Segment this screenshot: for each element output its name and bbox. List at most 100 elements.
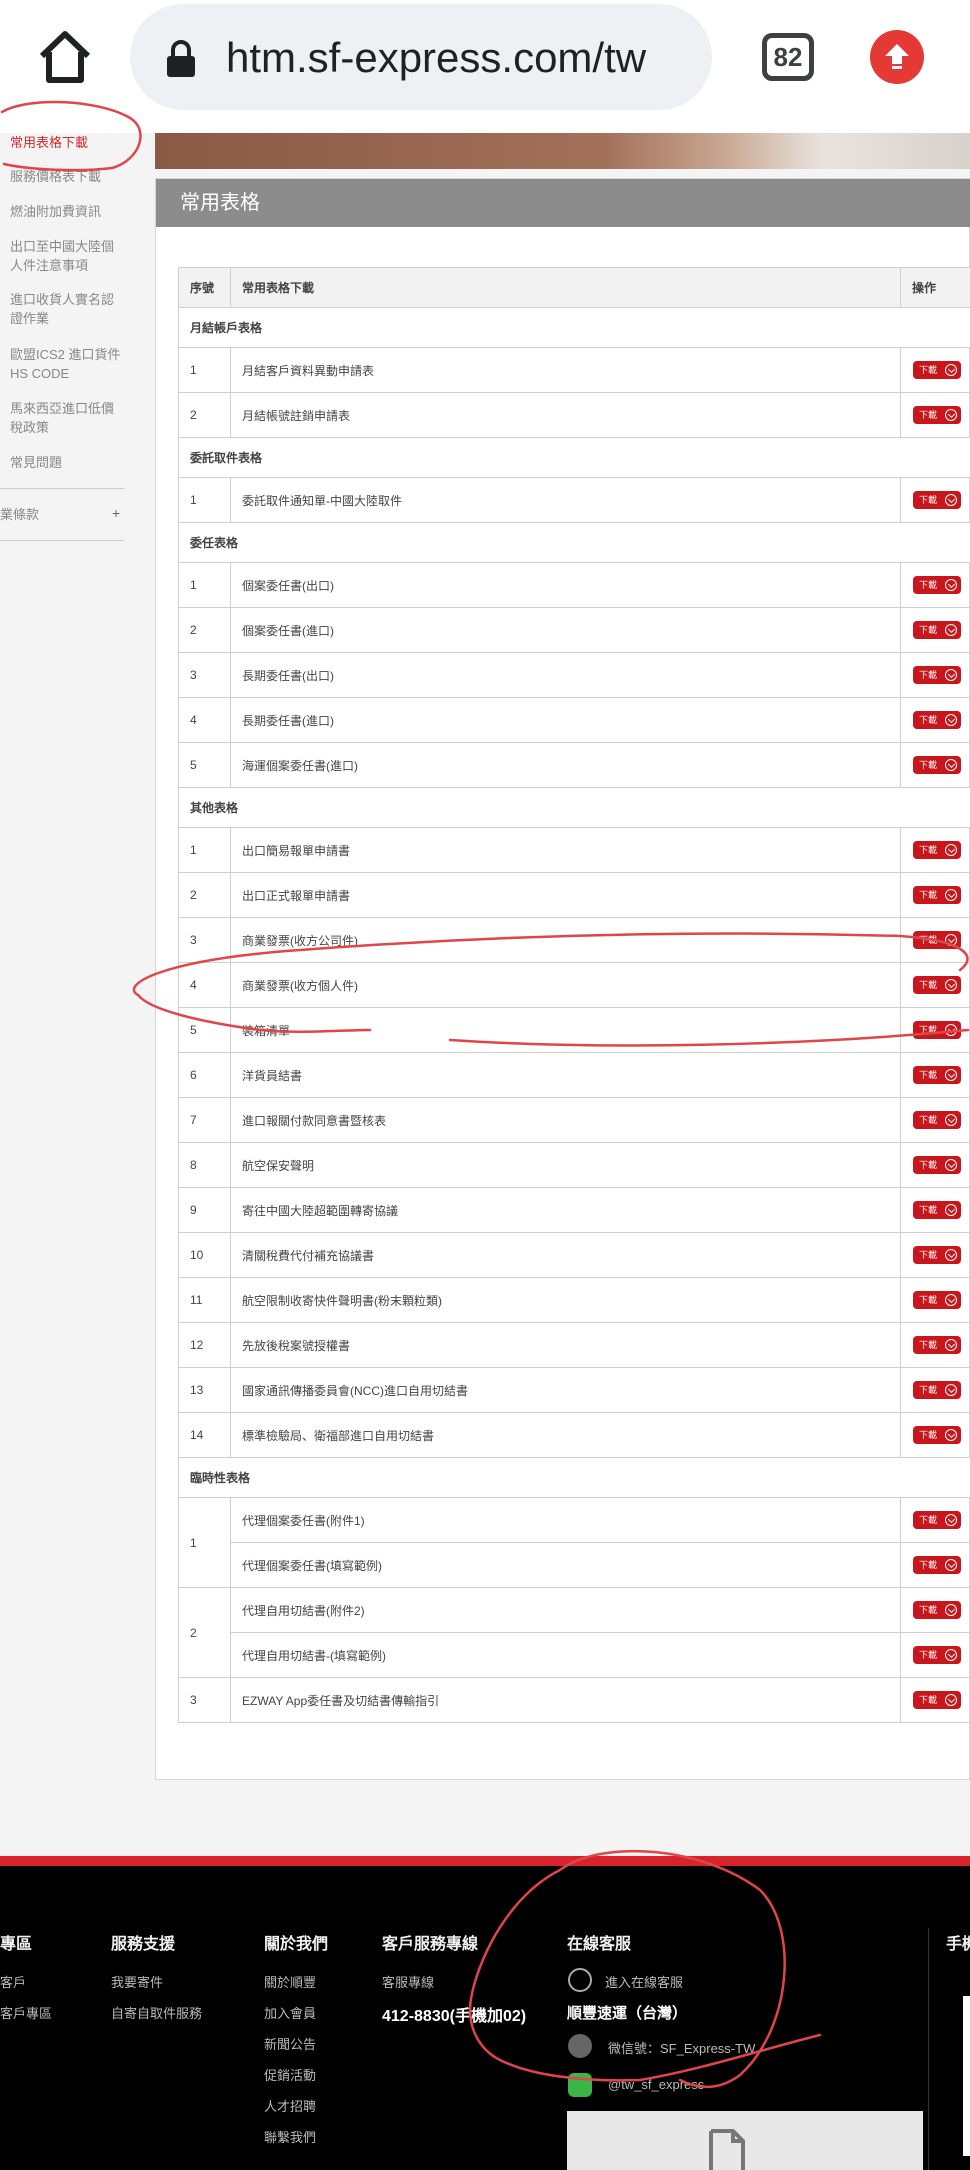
section-title: 委任表格 <box>178 522 970 563</box>
download-cell: 下載 <box>900 1677 970 1723</box>
footer-link[interactable]: 加入會員 <box>264 2003 316 2022</box>
download-button[interactable]: 下載 <box>913 711 961 729</box>
table-row: 5 裝箱清單 下載 <box>178 1007 970 1053</box>
sidebar-item-forms-download[interactable]: 常用表格下載 <box>10 133 122 152</box>
download-button[interactable]: 下載 <box>913 886 961 904</box>
footer-link[interactable]: 人才招聘 <box>264 2096 316 2115</box>
form-name: 代理個案委任書(填寫範例) <box>230 1542 901 1588</box>
download-cell: 下載 <box>900 1632 970 1678</box>
form-name: 代理個案委任書(附件1) <box>230 1497 901 1543</box>
download-button[interactable]: 下載 <box>913 621 961 639</box>
download-button[interactable]: 下載 <box>913 1156 961 1174</box>
footer-heading-mobile: 手機 <box>946 1936 970 1953</box>
download-button[interactable]: 下載 <box>913 1381 961 1399</box>
footer-link[interactable]: 客戶專區 <box>0 2003 52 2022</box>
expand-icon[interactable]: + <box>112 505 120 521</box>
download-button[interactable]: 下載 <box>913 976 961 994</box>
download-button[interactable]: 下載 <box>913 491 961 509</box>
table-row: 1 個案委任書(出口) 下載 <box>178 562 970 608</box>
home-icon[interactable] <box>36 28 94 86</box>
address-bar[interactable]: htm.sf-express.com/tw <box>130 4 712 110</box>
url-text[interactable]: htm.sf-express.com/tw <box>226 34 696 82</box>
download-button[interactable]: 下載 <box>913 1511 961 1529</box>
download-button[interactable]: 下載 <box>913 1021 961 1039</box>
sidebar-item-export-china[interactable]: 出口至中國大陸個人件注意事項 <box>10 237 122 275</box>
download-cell: 下載 <box>900 1412 970 1458</box>
footer-link[interactable]: 客戶 <box>0 1972 26 1991</box>
download-label: 下載 <box>919 1025 938 1035</box>
download-cell: 下載 <box>900 1587 970 1633</box>
download-label: 下載 <box>919 1515 938 1525</box>
footer-link[interactable]: 自寄自取件服務 <box>111 2003 202 2022</box>
download-button[interactable]: 下載 <box>913 931 961 949</box>
download-cell: 下載 <box>900 1187 970 1233</box>
download-cell: 下載 <box>900 1322 970 1368</box>
sidebar-item-ics2[interactable]: 歐盟ICS2 進口貨件HS CODE <box>10 345 122 383</box>
chevron-down-icon <box>945 409 957 421</box>
download-cell: 下載 <box>900 917 970 963</box>
sidebar-item-faq[interactable]: 常見問題 <box>10 453 122 472</box>
download-button[interactable]: 下載 <box>913 1111 961 1129</box>
download-button[interactable]: 下載 <box>913 1336 961 1354</box>
table-row: 1 月結客戶資料異動申請表 下載 <box>178 347 970 393</box>
footer-link[interactable]: 我要寄件 <box>111 1972 163 1991</box>
download-button[interactable]: 下載 <box>913 1246 961 1264</box>
download-label: 下載 <box>919 1160 938 1170</box>
tab-switcher-button[interactable]: 82 <box>762 33 814 81</box>
line-icon <box>568 2073 592 2097</box>
upload-icon[interactable] <box>870 30 924 84</box>
download-button[interactable]: 下載 <box>913 666 961 684</box>
section-title: 其他表格 <box>178 787 970 828</box>
download-button[interactable]: 下載 <box>913 1646 961 1664</box>
chevron-down-icon <box>945 1159 957 1171</box>
sidebar-item-terms[interactable]: 業條款 <box>0 505 112 524</box>
row-number: 2 <box>178 392 231 438</box>
download-button[interactable]: 下載 <box>913 1066 961 1084</box>
download-button[interactable]: 下載 <box>913 1691 961 1709</box>
sidebar-item-fuel-surcharge[interactable]: 燃油附加費資訊 <box>10 202 122 221</box>
form-name: EZWAY App委任書及切結書傳輸指引 <box>230 1677 901 1723</box>
footer-link[interactable]: 聯繫我們 <box>264 2127 316 2146</box>
chevron-down-icon <box>945 1024 957 1036</box>
sidebar-item-price-list[interactable]: 服務價格表下載 <box>10 167 122 186</box>
chevron-down-icon <box>945 1604 957 1616</box>
footer-link[interactable]: 新聞公告 <box>264 2034 316 2053</box>
download-button[interactable]: 下載 <box>913 1601 961 1619</box>
form-name: 個案委任書(出口) <box>230 562 901 608</box>
download-button[interactable]: 下載 <box>913 576 961 594</box>
chevron-down-icon <box>945 1559 957 1571</box>
download-label: 下載 <box>919 1295 938 1305</box>
section-title: 臨時性表格 <box>178 1457 970 1498</box>
form-name: 進口報關付款同意書暨核表 <box>230 1097 901 1143</box>
footer-link[interactable]: 促銷活動 <box>264 2065 316 2084</box>
chevron-down-icon <box>945 579 957 591</box>
chevron-down-icon <box>945 1204 957 1216</box>
download-button[interactable]: 下載 <box>913 841 961 859</box>
footer-link[interactable]: 關於順豐 <box>264 1972 316 1991</box>
download-button[interactable]: 下載 <box>913 406 961 424</box>
sidebar-item-malaysia[interactable]: 馬來西亞進口低價稅政策 <box>10 399 122 437</box>
form-name: 長期委任書(進口) <box>230 697 901 743</box>
footer-phone[interactable]: 412-8830(手機加02) <box>382 2002 526 2026</box>
download-label: 下載 <box>919 625 938 635</box>
download-cell: 下載 <box>900 1052 970 1098</box>
download-button[interactable]: 下載 <box>913 1426 961 1444</box>
download-button[interactable]: 下載 <box>913 361 961 379</box>
footer-online-chat[interactable]: 進入在線客服 <box>605 1972 683 1991</box>
download-button[interactable]: 下載 <box>913 1556 961 1574</box>
table-row: 8 航空保安聲明 下載 <box>178 1142 970 1188</box>
download-cell: 下載 <box>900 1097 970 1143</box>
table-row: 1 委託取件通知單-中國大陸取件 下載 <box>178 477 970 523</box>
panel-title: 常用表格 <box>156 179 970 227</box>
download-cell: 下載 <box>900 1367 970 1413</box>
sidebar-item-realname[interactable]: 進口收貨人實名認證作業 <box>10 290 122 328</box>
download-button[interactable]: 下載 <box>913 1201 961 1219</box>
download-label: 下載 <box>919 365 938 375</box>
chevron-down-icon <box>945 759 957 771</box>
download-button[interactable]: 下載 <box>913 756 961 774</box>
row-number: 2 <box>178 872 231 918</box>
chevron-down-icon <box>945 1249 957 1261</box>
form-name: 清關稅費代付補充協議書 <box>230 1232 901 1278</box>
row-number: 4 <box>178 697 231 743</box>
download-button[interactable]: 下載 <box>913 1291 961 1309</box>
